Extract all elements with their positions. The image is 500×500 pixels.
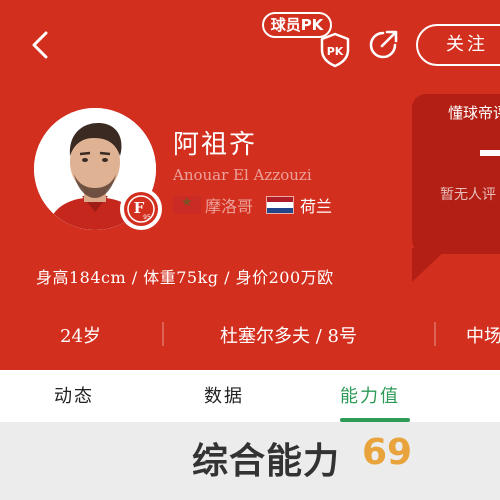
nationality-label: 摩洛哥 [205,197,254,216]
player-header: 球员PK PK 关注 F 95 阿祖齐 Anouar El Azzouzi ★ … [0,0,500,370]
ability-section: 综合能力 69 [0,422,500,500]
nationality-label: 荷兰 [300,197,333,216]
rating-score [480,150,500,156]
player-club-number[interactable]: 杜塞尔多夫 / 8号 [220,322,357,348]
tab-ability[interactable]: 能力值 [340,382,400,408]
club-badge-icon: F 95 [120,188,162,230]
player-pk-button[interactable]: 球员PK PK [262,10,352,68]
player-stats-line: 身高184cm / 体重75kg / 身价200万欧 [36,268,334,287]
nationality-morocco: 摩洛哥 [173,194,253,216]
rating-card-tail [412,248,448,282]
player-name: 阿祖齐 [173,130,258,160]
club-badge-number: 95 [143,214,151,221]
pk-shield-icon: PK [320,32,350,68]
divider [434,322,436,346]
follow-button[interactable]: 关注 [416,24,500,66]
rating-card[interactable]: 懂球帝评 暂无人评 [412,94,500,254]
ability-value: 69 [362,432,413,473]
rating-card-title: 懂球帝评 [448,104,500,122]
pk-shield-text: PK [327,45,344,58]
netherlands-flag-icon [266,196,294,214]
rating-card-note: 暂无人评 [440,187,496,203]
tab-bar: 动态 数据 能力值 [0,370,500,422]
player-position: 中场 [466,326,500,347]
nationality-netherlands: 荷兰 [266,194,332,216]
player-info-row: 24岁 杜塞尔多夫 / 8号 中场 [0,316,500,352]
player-english-name: Anouar El Azzouzi [173,166,312,184]
morocco-flag-icon [173,195,201,214]
back-arrow-icon[interactable] [28,30,54,60]
ability-title: 综合能力 [192,441,341,482]
player-age: 24岁 [60,326,101,347]
share-icon[interactable] [366,28,400,62]
tab-data[interactable]: 数据 [204,382,244,408]
divider [162,322,164,346]
tab-news[interactable]: 动态 [54,382,94,408]
